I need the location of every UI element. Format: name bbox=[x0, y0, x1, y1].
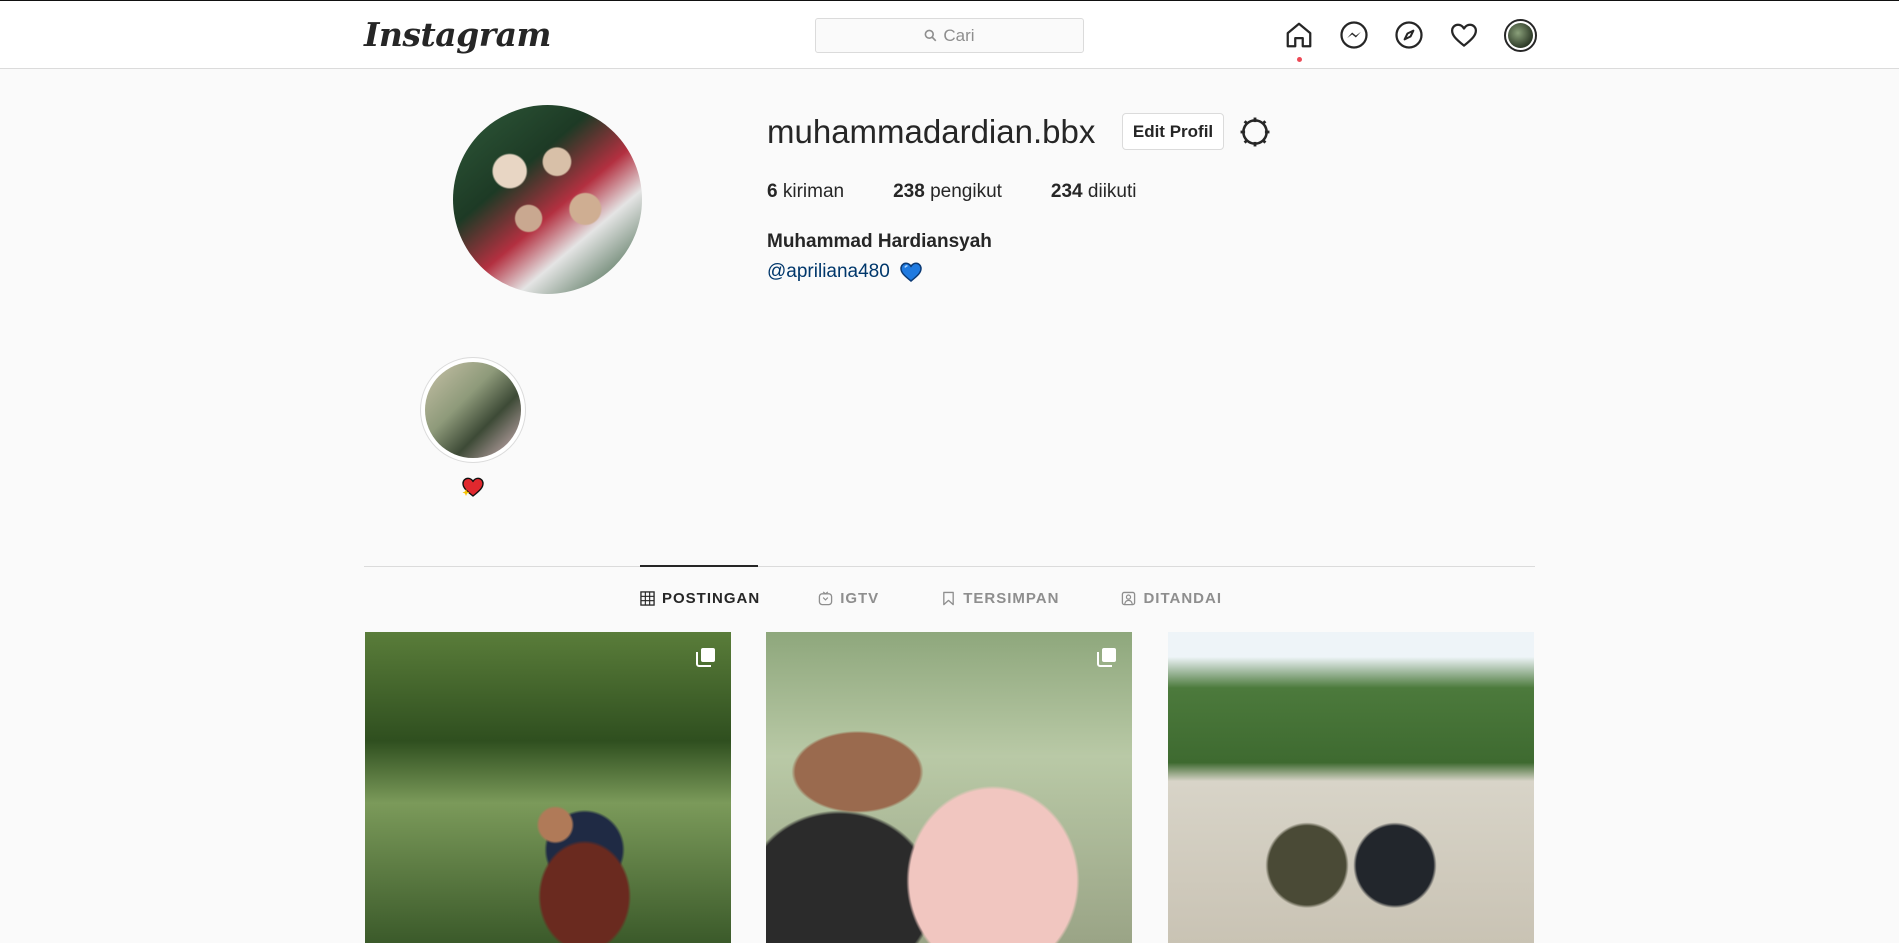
bookmark-icon bbox=[943, 591, 955, 606]
posts-stat: 6 kiriman bbox=[767, 181, 844, 203]
profile-tabs: POSTINGAN IGTV TERSIMPAN DITANDAI bbox=[640, 590, 1222, 607]
followers-stat[interactable]: 238 pengikut bbox=[893, 181, 1002, 203]
blue-heart-icon bbox=[900, 262, 922, 282]
top-nav-bar: Instagram Cari bbox=[0, 0, 1899, 69]
posts-count: 6 bbox=[767, 181, 778, 202]
section-divider bbox=[364, 566, 1535, 567]
explore-icon[interactable] bbox=[1393, 19, 1425, 51]
story-highlight[interactable] bbox=[420, 357, 526, 463]
profile-avatar-nav[interactable] bbox=[1504, 19, 1537, 52]
heart-icon[interactable] bbox=[1448, 19, 1480, 51]
profile-avatar[interactable] bbox=[453, 105, 642, 294]
profile-bio: @apriliana480 bbox=[767, 261, 923, 283]
tab-postingan[interactable]: POSTINGAN bbox=[640, 590, 760, 607]
settings-gear-icon[interactable] bbox=[1238, 115, 1272, 149]
profile-full-name: Muhammad Hardiansyah bbox=[767, 231, 992, 252]
notification-dot bbox=[1297, 57, 1302, 62]
search-placeholder[interactable]: Cari bbox=[943, 26, 974, 46]
tab-tersimpan[interactable]: TERSIMPAN bbox=[941, 590, 1059, 607]
multiple-photos-icon bbox=[696, 648, 715, 667]
search-box[interactable]: Cari bbox=[815, 18, 1084, 53]
tab-label: DITANDAI bbox=[1143, 590, 1222, 607]
messenger-icon[interactable] bbox=[1338, 19, 1370, 51]
tab-label: IGTV bbox=[840, 590, 880, 607]
multiple-photos-icon bbox=[1097, 648, 1116, 667]
tab-label: TERSIMPAN bbox=[963, 590, 1060, 607]
edit-profile-button[interactable]: Edit Profil bbox=[1122, 113, 1224, 150]
following-stat[interactable]: 234 diikuti bbox=[1051, 181, 1137, 203]
tab-ditandai[interactable]: DITANDAI bbox=[1121, 590, 1222, 607]
followers-label: pengikut bbox=[930, 181, 1002, 202]
red-heart-sparkle-icon bbox=[461, 475, 485, 499]
highlight-cover bbox=[425, 362, 521, 458]
following-label: diikuti bbox=[1087, 181, 1137, 202]
posts-label: kiriman bbox=[782, 181, 845, 202]
followers-count: 238 bbox=[893, 181, 925, 202]
home-icon[interactable] bbox=[1283, 19, 1315, 51]
post-thumbnail[interactable] bbox=[365, 632, 731, 943]
following-count: 234 bbox=[1050, 181, 1083, 202]
post-thumbnail[interactable] bbox=[766, 632, 1132, 943]
tab-igtv[interactable]: IGTV bbox=[818, 590, 879, 607]
profile-stats: 6 kiriman 238 pengikut 234 diikuti bbox=[767, 181, 1136, 203]
instagram-logo[interactable]: Instagram bbox=[364, 15, 551, 54]
profile-username: muhammadardian.bbx bbox=[767, 113, 1096, 150]
active-tab-indicator bbox=[640, 565, 758, 567]
tagged-icon bbox=[1122, 591, 1136, 606]
search-icon bbox=[924, 29, 937, 42]
bio-mention-link[interactable]: @apriliana480 bbox=[767, 261, 890, 283]
tab-label: POSTINGAN bbox=[662, 590, 761, 607]
igtv-icon bbox=[818, 591, 833, 606]
grid-icon bbox=[640, 591, 655, 606]
post-thumbnail[interactable] bbox=[1168, 632, 1534, 943]
avatar-image bbox=[1508, 23, 1533, 48]
